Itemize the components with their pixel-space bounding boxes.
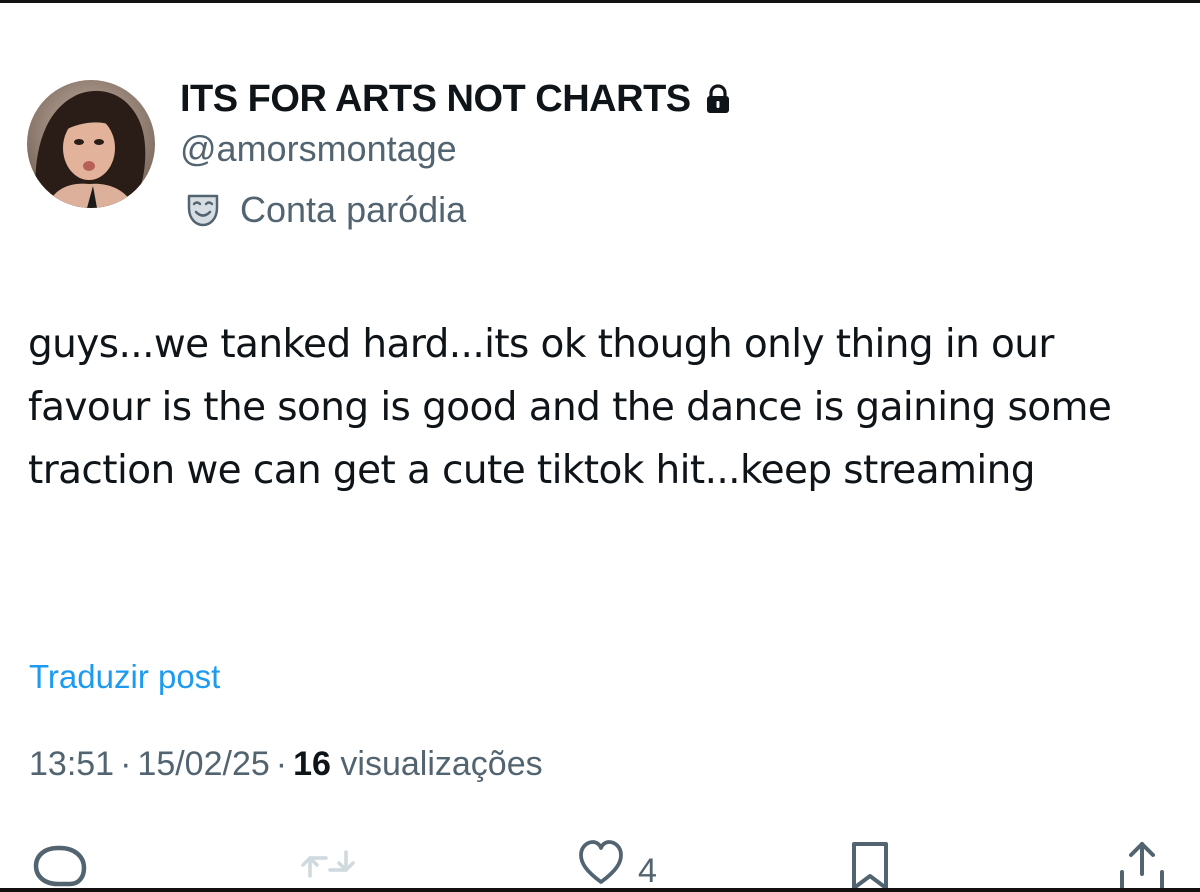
author-handle[interactable]: @amorsmontage <box>180 128 457 170</box>
like-count: 4 <box>638 852 657 890</box>
share-icon <box>1114 838 1170 888</box>
repost-icon <box>296 838 360 888</box>
display-name-text[interactable]: ITS FOR ARTS NOT CHARTS <box>180 78 691 121</box>
theater-mask-icon <box>186 192 220 228</box>
post-date[interactable]: 15/02/25 <box>137 745 269 783</box>
bookmark-icon <box>848 838 892 888</box>
post-action-bar: 4 <box>0 838 1200 890</box>
share-button[interactable] <box>1114 838 1170 888</box>
post-meta: 13:51 · 15/02/25 · 16 visualizações <box>29 745 543 784</box>
views-label: visualizações <box>340 745 543 783</box>
author-display-name[interactable]: ITS FOR ARTS NOT CHARTS <box>180 74 731 124</box>
translate-post-link[interactable]: Traduzir post <box>29 658 220 696</box>
reply-icon <box>30 838 90 888</box>
lock-icon <box>705 84 731 114</box>
repost-button[interactable] <box>296 838 360 888</box>
bookmark-button[interactable] <box>848 838 892 888</box>
reply-button[interactable] <box>30 838 90 888</box>
parody-label-text: Conta paródia <box>240 189 467 230</box>
like-button[interactable]: 4 <box>578 838 657 890</box>
parody-account-label[interactable]: Conta paródia <box>186 186 466 234</box>
avatar[interactable] <box>27 80 155 208</box>
bottom-border <box>0 888 1200 892</box>
top-border <box>0 0 1200 3</box>
meta-separator: · <box>120 745 132 783</box>
post-text: guys...we tanked hard...its ok though on… <box>28 322 1112 493</box>
heart-icon <box>578 838 624 888</box>
post-time[interactable]: 13:51 <box>29 745 114 783</box>
meta-separator: · <box>275 745 288 783</box>
views-count: 16 <box>293 745 331 783</box>
